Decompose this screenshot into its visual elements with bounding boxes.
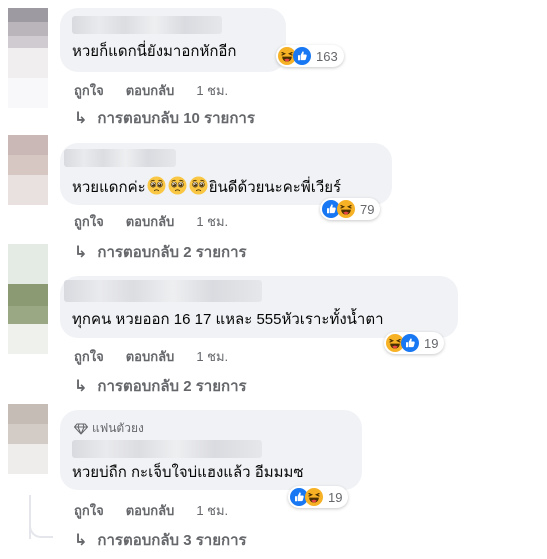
avatar[interactable] xyxy=(8,8,48,48)
avatar-blur-fill xyxy=(8,444,48,474)
comment-actions: ถูกใจ ตอบกลับ 1 ชม. xyxy=(74,80,228,101)
comment-bubble: หวยก็แดกนี่ยังมาอกหักอีก xyxy=(60,8,286,72)
timestamp[interactable]: 1 ชม. xyxy=(196,211,228,232)
thread-connector xyxy=(29,520,53,538)
comment-bubble: ทุกคน หวยออก 16 17 แหละ 555หัวเราะทั้งน้… xyxy=(60,276,458,338)
view-replies-label: การตอบกลับ 3 รายการ xyxy=(97,532,247,549)
timestamp[interactable]: 1 ชม. xyxy=(196,346,228,367)
like-button[interactable]: ถูกใจ xyxy=(74,500,104,521)
reaction-count: 19 xyxy=(328,489,343,505)
comment-text: หวยก็แดกนี่ยังมาอกหักอีก xyxy=(72,43,237,60)
reply-button[interactable]: ตอบกลับ xyxy=(126,500,175,521)
reaction-summary[interactable]: 19 xyxy=(384,332,445,354)
pleading-face-emoji xyxy=(189,176,208,195)
top-fan-label: แฟนตัวยง xyxy=(92,421,144,435)
reply-button[interactable]: ตอบกลับ xyxy=(126,346,175,367)
comment-text: หวยบ่ถืก กะเจ็บใจบ่แฮงแล้ว อีมมมซ xyxy=(72,464,304,481)
reply-arrow-icon: ↳ xyxy=(74,110,88,127)
comment-actions: ถูกใจ ตอบกลับ 1 ชม. xyxy=(74,500,228,521)
view-replies-link[interactable]: ↳ การตอบกลับ 10 รายการ xyxy=(74,106,255,130)
comment-actions: ถูกใจ ตอบกลับ 1 ชม. xyxy=(74,346,228,367)
reply-arrow-icon: ↳ xyxy=(74,378,88,395)
reply-button[interactable]: ตอบกลับ xyxy=(126,211,175,232)
avatar-blur-fill xyxy=(8,324,48,354)
avatar[interactable] xyxy=(8,404,48,444)
comment-text: หวยแดกค่ะ ยินดีด้วยนะคะพี่เวียร์ xyxy=(72,176,341,198)
timestamp[interactable]: 1 ชม. xyxy=(196,80,228,101)
like-button[interactable]: ถูกใจ xyxy=(74,346,104,367)
view-replies-link[interactable]: ↳ การตอบกลับ 2 รายการ xyxy=(74,374,247,398)
comment-text: ทุกคน หวยออก 16 17 แหละ 555หัวเราะทั้งน้… xyxy=(72,311,384,328)
avatar-blur-fill xyxy=(8,244,48,284)
timestamp[interactable]: 1 ชม. xyxy=(196,500,228,521)
haha-icon xyxy=(305,488,323,506)
reply-button[interactable]: ตอบกลับ xyxy=(126,80,175,101)
like-icon xyxy=(401,334,419,352)
top-fan-badge[interactable]: แฟนตัวยง xyxy=(74,419,144,438)
view-replies-link[interactable]: ↳ การตอบกลับ 3 รายการ xyxy=(74,528,247,552)
author-name-blurred[interactable] xyxy=(72,16,222,34)
avatar[interactable] xyxy=(8,135,48,175)
like-button[interactable]: ถูกใจ xyxy=(74,211,104,232)
comment-bubble: หวยแดกค่ะ ยินดีด้วยนะคะพี่เวียร์ xyxy=(60,143,392,205)
comment-text-end: ยินดีด้วยนะคะพี่เวียร์ xyxy=(208,179,342,196)
avatar-blur-fill xyxy=(8,175,48,205)
like-button[interactable]: ถูกใจ xyxy=(74,80,104,101)
pleading-face-emoji xyxy=(168,176,187,195)
like-icon xyxy=(293,47,311,65)
avatar[interactable] xyxy=(8,284,48,324)
view-replies-label: การตอบกลับ 2 รายการ xyxy=(97,244,247,261)
comment-actions: ถูกใจ ตอบกลับ 1 ชม. xyxy=(74,211,228,232)
reaction-count: 79 xyxy=(360,201,375,217)
reaction-summary[interactable]: 79 xyxy=(320,198,381,220)
avatar-blur-fill xyxy=(8,48,48,108)
comment-bubble: แฟนตัวยง หวยบ่ถืก กะเจ็บใจบ่แฮงแล้ว อีมม… xyxy=(60,410,362,490)
view-replies-label: การตอบกลับ 2 รายการ xyxy=(97,378,247,395)
reaction-summary[interactable]: 19 xyxy=(288,486,349,508)
view-replies-label: การตอบกลับ 10 รายการ xyxy=(97,110,255,127)
diamond-icon xyxy=(74,423,88,435)
reaction-count: 19 xyxy=(424,335,439,351)
author-name-blurred[interactable] xyxy=(64,280,262,302)
comment-text-start: หวยแดกค่ะ xyxy=(72,179,146,196)
pleading-face-emoji xyxy=(147,176,166,195)
author-name-blurred[interactable] xyxy=(72,440,262,458)
reaction-count: 163 xyxy=(316,48,338,64)
reply-arrow-icon: ↳ xyxy=(74,532,88,549)
view-replies-link[interactable]: ↳ การตอบกลับ 2 รายการ xyxy=(74,240,247,264)
reply-arrow-icon: ↳ xyxy=(74,244,88,261)
haha-icon xyxy=(337,200,355,218)
reaction-summary[interactable]: 163 xyxy=(276,45,344,67)
author-name-blurred[interactable] xyxy=(64,149,176,167)
